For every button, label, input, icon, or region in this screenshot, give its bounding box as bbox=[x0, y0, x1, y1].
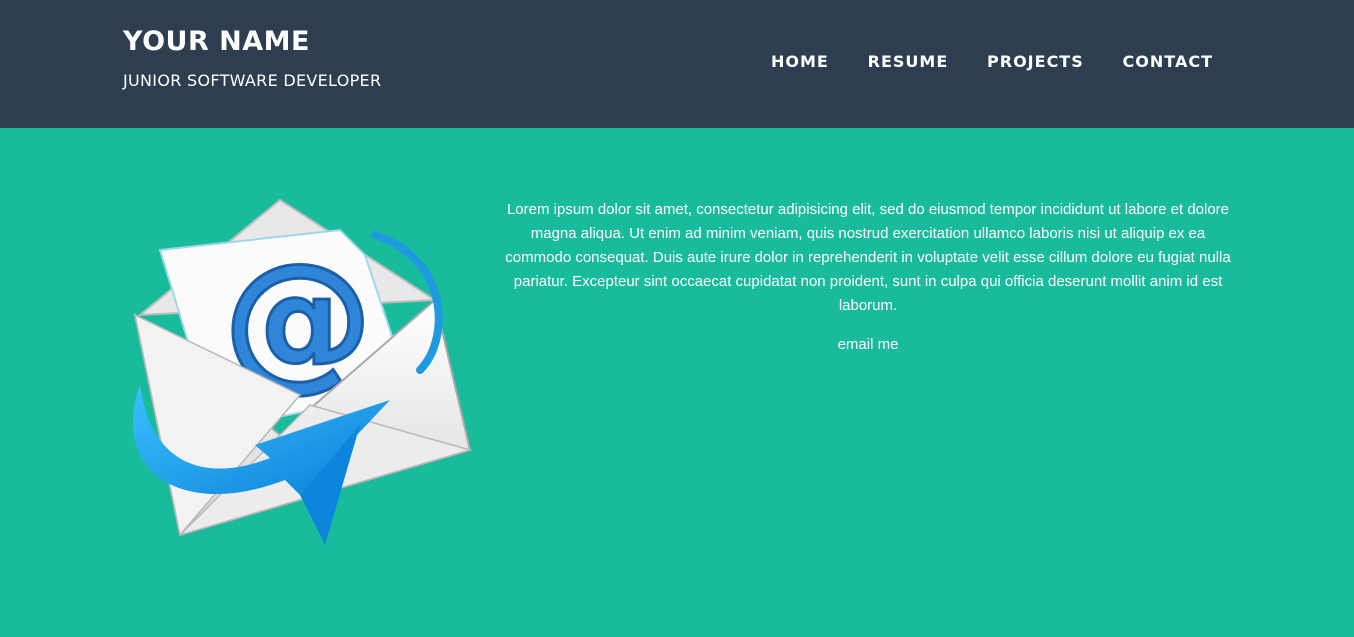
nav-home[interactable]: HOME bbox=[771, 52, 829, 71]
brand-name[interactable]: YOUR NAME bbox=[123, 26, 310, 57]
about-text: Lorem ipsum dolor sit amet, consectetur … bbox=[503, 198, 1233, 318]
nav-projects[interactable]: PROJECTS bbox=[987, 52, 1084, 71]
email-me-link[interactable]: email me bbox=[503, 336, 1233, 353]
navbar: YOUR NAME JUNIOR SOFTWARE DEVELOPER HOME… bbox=[0, 0, 1354, 128]
brand-subtitle: JUNIOR SOFTWARE DEVELOPER bbox=[123, 71, 382, 90]
about-paragraph: Lorem ipsum dolor sit amet, consectetur … bbox=[505, 201, 1231, 314]
nav-contact[interactable]: CONTACT bbox=[1123, 52, 1213, 71]
main-nav: HOME RESUME PROJECTS CONTACT bbox=[750, 52, 1234, 71]
email-envelope-icon: @ bbox=[120, 190, 480, 550]
nav-resume[interactable]: RESUME bbox=[868, 52, 949, 71]
